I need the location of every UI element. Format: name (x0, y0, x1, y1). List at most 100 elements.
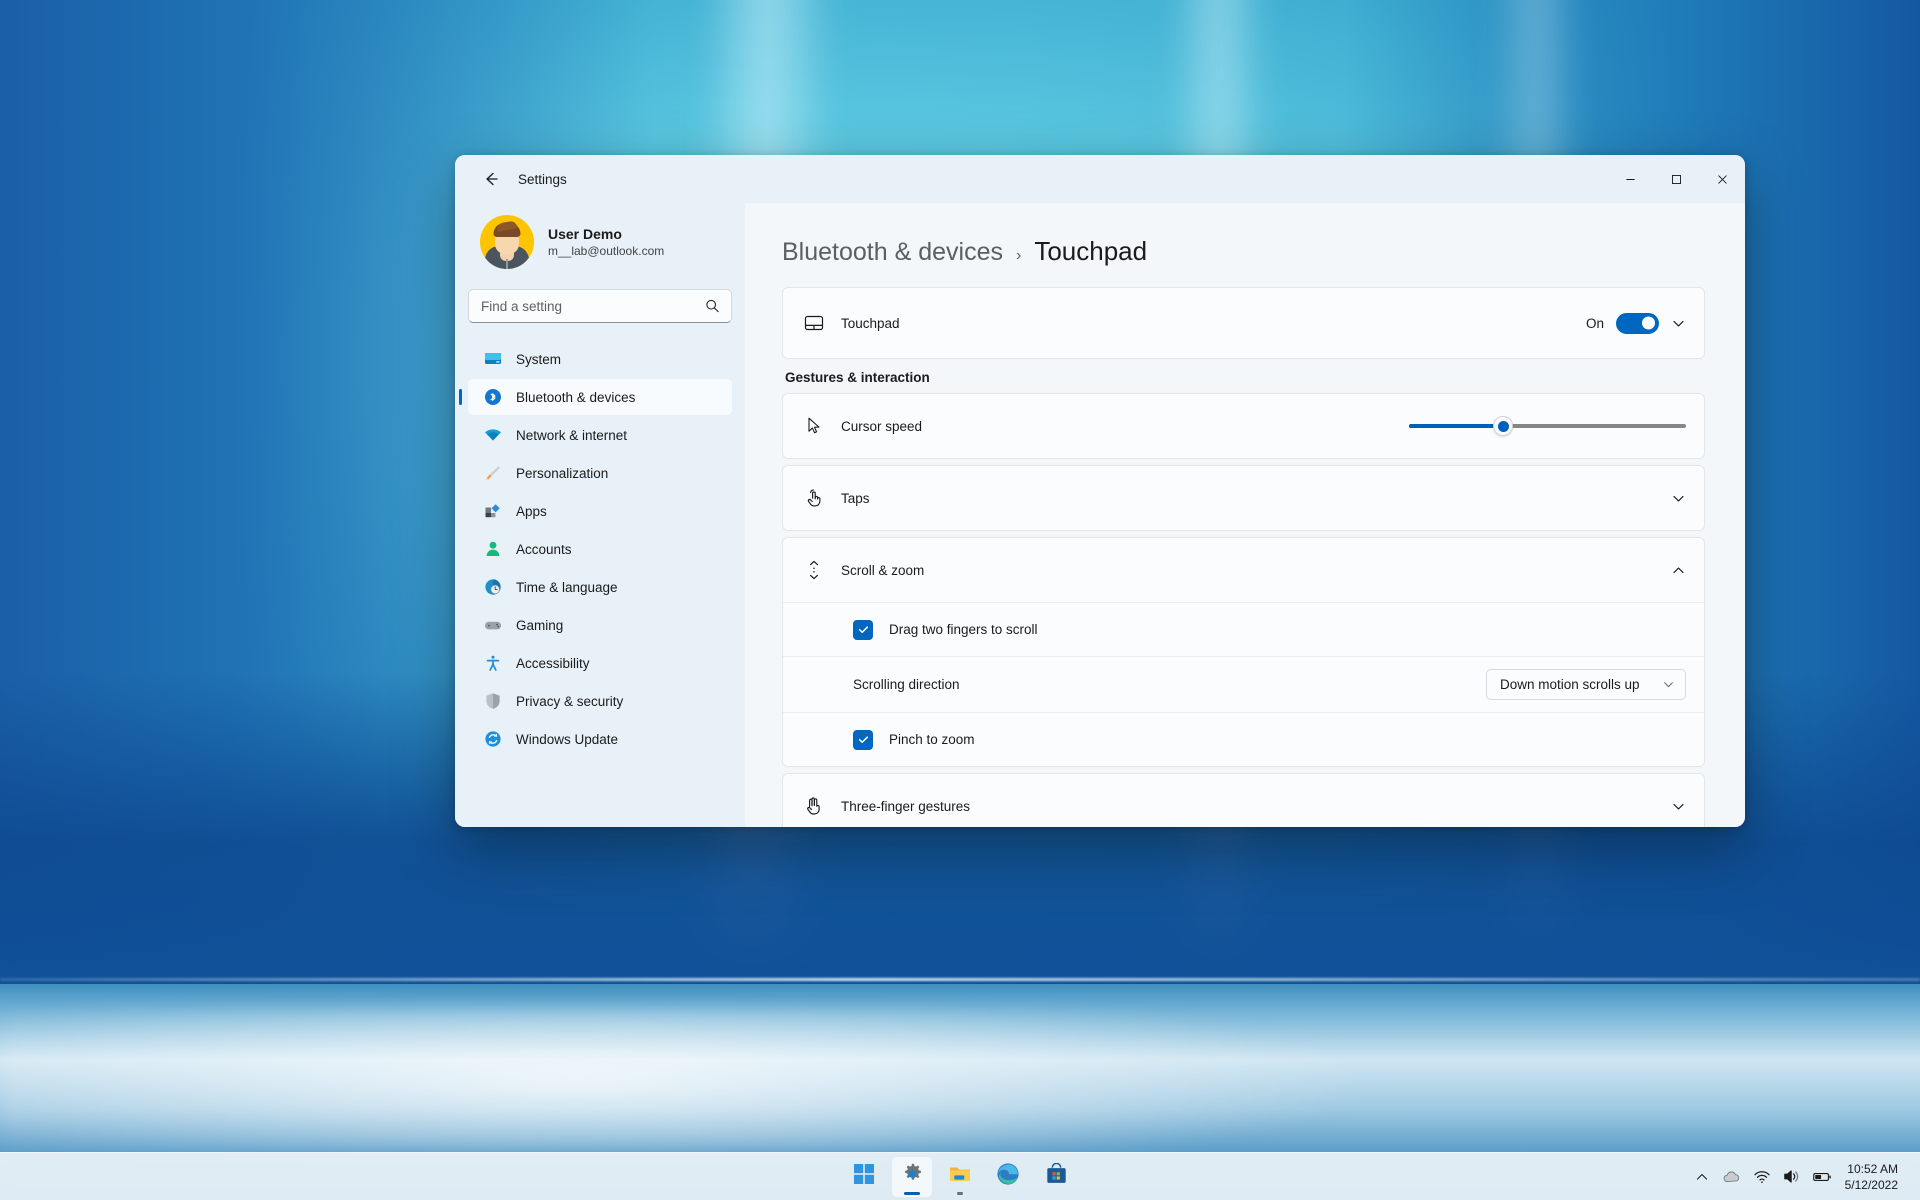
clock-globe-icon (484, 578, 502, 596)
onedrive-tray-icon[interactable] (1717, 1159, 1747, 1195)
tap-hand-icon (803, 487, 825, 509)
account-block[interactable]: User Demo m__lab@outlook.com (468, 203, 732, 283)
update-icon (484, 730, 502, 748)
gamepad-icon (484, 616, 502, 634)
scrolling-direction-row: Scrolling direction Down motion scrolls … (783, 656, 1704, 712)
scroll-zoom-label: Scroll & zoom (841, 562, 925, 578)
taskbar-microsoft-store-button[interactable] (1036, 1157, 1076, 1197)
shield-icon (484, 692, 502, 710)
sidebar-item-label: Personalization (516, 465, 609, 481)
check-icon (858, 626, 868, 634)
search-input[interactable] (469, 290, 731, 322)
sidebar-item-label: Privacy & security (516, 693, 624, 709)
drag-two-fingers-checkbox[interactable] (853, 619, 873, 640)
chevron-down-icon[interactable] (1671, 316, 1686, 331)
taskbar-clock[interactable]: 10:52 AM 5/12/2022 (1837, 1161, 1908, 1193)
sidebar-item-system[interactable]: System (468, 341, 732, 377)
sidebar-item-windows-update[interactable]: Windows Update (468, 721, 732, 757)
taskbar-edge-button[interactable] (988, 1157, 1028, 1197)
gear-icon (900, 1162, 924, 1191)
breadcrumb-parent[interactable]: Bluetooth & devices (782, 238, 1003, 267)
account-email: m__lab@outlook.com (548, 244, 665, 258)
minimize-icon (1625, 178, 1635, 180)
touchpad-row[interactable]: Touchpad On (783, 288, 1704, 358)
taskbar-buttons (844, 1156, 1076, 1197)
three-finger-gestures-card: Three-finger gestures (782, 773, 1705, 827)
sidebar-item-personalization[interactable]: Personalization (468, 455, 732, 491)
back-button[interactable] (474, 163, 508, 195)
monitor-icon (484, 350, 502, 368)
taskbar: 10:52 AM 5/12/2022 (0, 1152, 1920, 1200)
chevron-up-icon (1696, 1173, 1707, 1180)
pinch-to-zoom-label: Pinch to zoom (889, 732, 975, 747)
apps-icon (484, 502, 502, 520)
taskbar-file-explorer-button[interactable] (940, 1157, 980, 1197)
sidebar: User Demo m__lab@outlook.com Syste (455, 203, 745, 827)
scrolling-direction-dropdown[interactable]: Down motion scrolls up (1486, 669, 1686, 700)
back-arrow-icon (486, 172, 498, 186)
sidebar-item-network-internet[interactable]: Network & internet (468, 417, 732, 453)
system-tray: 10:52 AM 5/12/2022 (1687, 1159, 1908, 1195)
touchpad-card: Touchpad On (782, 287, 1705, 359)
three-finger-gestures-row[interactable]: Three-finger gestures (783, 774, 1704, 827)
sidebar-item-time-language[interactable]: Time & language (468, 569, 732, 605)
section-title-gestures: Gestures & interaction (785, 370, 930, 385)
show-hidden-icons-button[interactable] (1687, 1159, 1717, 1195)
scroll-zoom-row[interactable]: Scroll & zoom (783, 538, 1704, 602)
store-icon (1045, 1162, 1068, 1191)
close-button[interactable] (1699, 155, 1745, 203)
sidebar-item-label: Bluetooth & devices (516, 389, 636, 405)
taskbar-settings-button[interactable] (892, 1156, 932, 1197)
main-content: Bluetooth & devices › Touchpad Touchpad … (745, 203, 1745, 827)
sidebar-item-bluetooth-devices[interactable]: Bluetooth & devices (468, 379, 732, 415)
account-name: User Demo (548, 226, 622, 242)
chevron-up-icon[interactable] (1671, 563, 1686, 578)
scroll-updown-icon (803, 559, 825, 581)
chevron-down-icon[interactable] (1671, 799, 1686, 814)
hand-three-fingers-icon (803, 795, 825, 817)
slider-thumb[interactable] (1493, 416, 1514, 436)
window-controls (1607, 155, 1745, 203)
touchpad-toggle[interactable] (1616, 312, 1659, 334)
bluetooth-icon (484, 388, 502, 406)
cursor-speed-slider[interactable] (1409, 415, 1686, 437)
drag-two-fingers-row[interactable]: Drag two fingers to scroll (783, 602, 1704, 656)
battery-tray-icon[interactable] (1807, 1159, 1837, 1195)
volume-tray-icon[interactable] (1777, 1159, 1807, 1195)
touchpad-icon (803, 312, 825, 334)
drag-two-fingers-label: Drag two fingers to scroll (889, 622, 1038, 637)
minimize-button[interactable] (1607, 155, 1653, 203)
wifi-icon (484, 426, 502, 444)
sidebar-item-gaming[interactable]: Gaming (468, 607, 732, 643)
sidebar-item-label: Windows Update (516, 731, 619, 747)
search-box[interactable] (468, 289, 732, 323)
sidebar-item-label: System (516, 351, 562, 367)
cursor-speed-row: Cursor speed (783, 394, 1704, 458)
pinch-to-zoom-row[interactable]: Pinch to zoom (783, 712, 1704, 766)
network-tray-icon[interactable] (1747, 1159, 1777, 1195)
wifi-icon (1753, 1170, 1770, 1183)
clock-date: 5/12/2022 (1844, 1177, 1898, 1192)
window-title: Settings (518, 171, 567, 187)
scroll-zoom-card: Scroll & zoom Drag two fingers to scroll… (782, 537, 1705, 767)
sidebar-item-accounts[interactable]: Accounts (468, 531, 732, 567)
taps-row[interactable]: Taps (783, 466, 1704, 530)
close-icon (1717, 174, 1727, 184)
paintbrush-icon (484, 464, 502, 482)
page-title: Touchpad (1034, 236, 1148, 266)
sidebar-item-label: Network & internet (516, 427, 628, 443)
search-icon (705, 299, 720, 314)
chevron-down-icon[interactable] (1671, 491, 1686, 506)
speaker-icon (1784, 1170, 1799, 1183)
pinch-to-zoom-checkbox[interactable] (853, 729, 873, 750)
sidebar-item-label: Apps (516, 503, 547, 519)
cursor-speed-card: Cursor speed (782, 393, 1705, 459)
accessibility-icon (484, 654, 502, 672)
cloud-icon (1723, 1171, 1739, 1182)
sidebar-item-apps[interactable]: Apps (468, 493, 732, 529)
sidebar-item-accessibility[interactable]: Accessibility (468, 645, 732, 681)
taskbar-start-button[interactable] (844, 1157, 884, 1197)
windows-start-icon (853, 1163, 875, 1190)
maximize-button[interactable] (1653, 155, 1699, 203)
sidebar-item-privacy-security[interactable]: Privacy & security (468, 683, 732, 719)
